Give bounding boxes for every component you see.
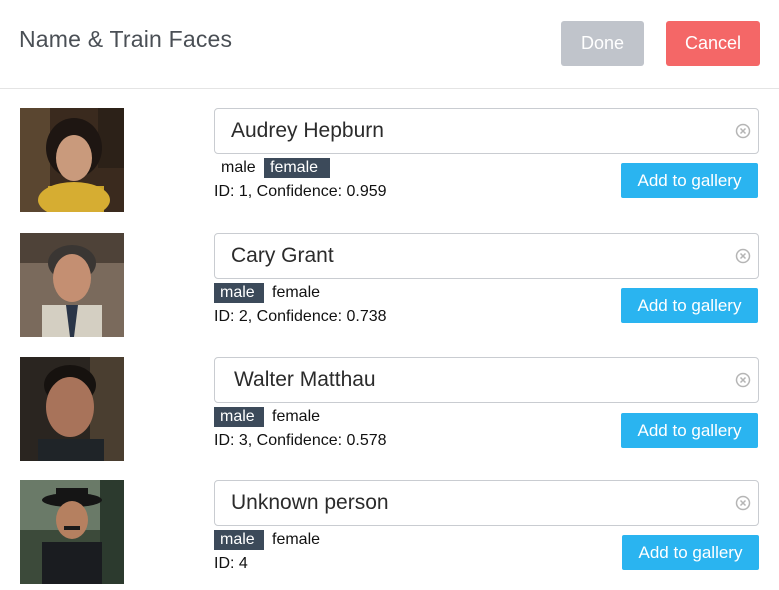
- name-input[interactable]: [215, 109, 758, 153]
- cancel-button[interactable]: Cancel: [666, 21, 760, 66]
- name-input[interactable]: [215, 481, 758, 525]
- face-meta-text: ID: 4: [214, 555, 248, 572]
- face-thumbnail: [20, 357, 124, 461]
- add-to-gallery-button[interactable]: Add to gallery: [621, 163, 758, 198]
- add-to-gallery-button[interactable]: Add to gallery: [621, 413, 758, 448]
- gender-female-tag[interactable]: female: [266, 530, 326, 550]
- face-thumbnail: [20, 480, 124, 584]
- face-thumbnail: [20, 108, 124, 212]
- dialog-header: Name & Train Faces Done Cancel: [0, 0, 779, 89]
- face-row: male female ID: 3, Confidence: 0.578 Add…: [0, 357, 779, 467]
- face-meta-text: ID: 1, Confidence: 0.959: [214, 183, 387, 200]
- done-button[interactable]: Done: [561, 21, 644, 66]
- clear-circle-icon[interactable]: [735, 495, 751, 511]
- name-input[interactable]: [215, 358, 758, 402]
- gender-male-tag[interactable]: male: [215, 158, 262, 178]
- gender-male-tag[interactable]: male: [214, 283, 264, 303]
- face-row: male female ID: 2, Confidence: 0.738 Add…: [0, 233, 779, 343]
- name-field[interactable]: [214, 480, 759, 526]
- gender-female-tag[interactable]: female: [266, 407, 326, 427]
- face-row: male female ID: 4 Add to gallery: [0, 480, 779, 590]
- name-field[interactable]: [214, 357, 759, 403]
- gender-male-tag[interactable]: male: [214, 407, 264, 427]
- add-to-gallery-button[interactable]: Add to gallery: [622, 535, 759, 570]
- gender-male-tag[interactable]: male: [214, 530, 264, 550]
- clear-circle-icon[interactable]: [735, 248, 751, 264]
- name-field[interactable]: [214, 233, 759, 279]
- gender-female-tag[interactable]: female: [264, 158, 330, 178]
- name-input[interactable]: [215, 234, 758, 278]
- face-thumbnail: [20, 233, 124, 337]
- clear-circle-icon[interactable]: [735, 123, 751, 139]
- face-meta-text: ID: 3, Confidence: 0.578: [214, 432, 387, 449]
- page-title: Name & Train Faces: [19, 26, 233, 52]
- clear-circle-icon[interactable]: [735, 372, 751, 388]
- face-meta-text: ID: 2, Confidence: 0.738: [214, 308, 387, 325]
- face-row: male female ID: 1, Confidence: 0.959 Add…: [0, 108, 779, 218]
- add-to-gallery-button[interactable]: Add to gallery: [621, 288, 758, 323]
- gender-female-tag[interactable]: female: [266, 283, 326, 303]
- name-field[interactable]: [214, 108, 759, 154]
